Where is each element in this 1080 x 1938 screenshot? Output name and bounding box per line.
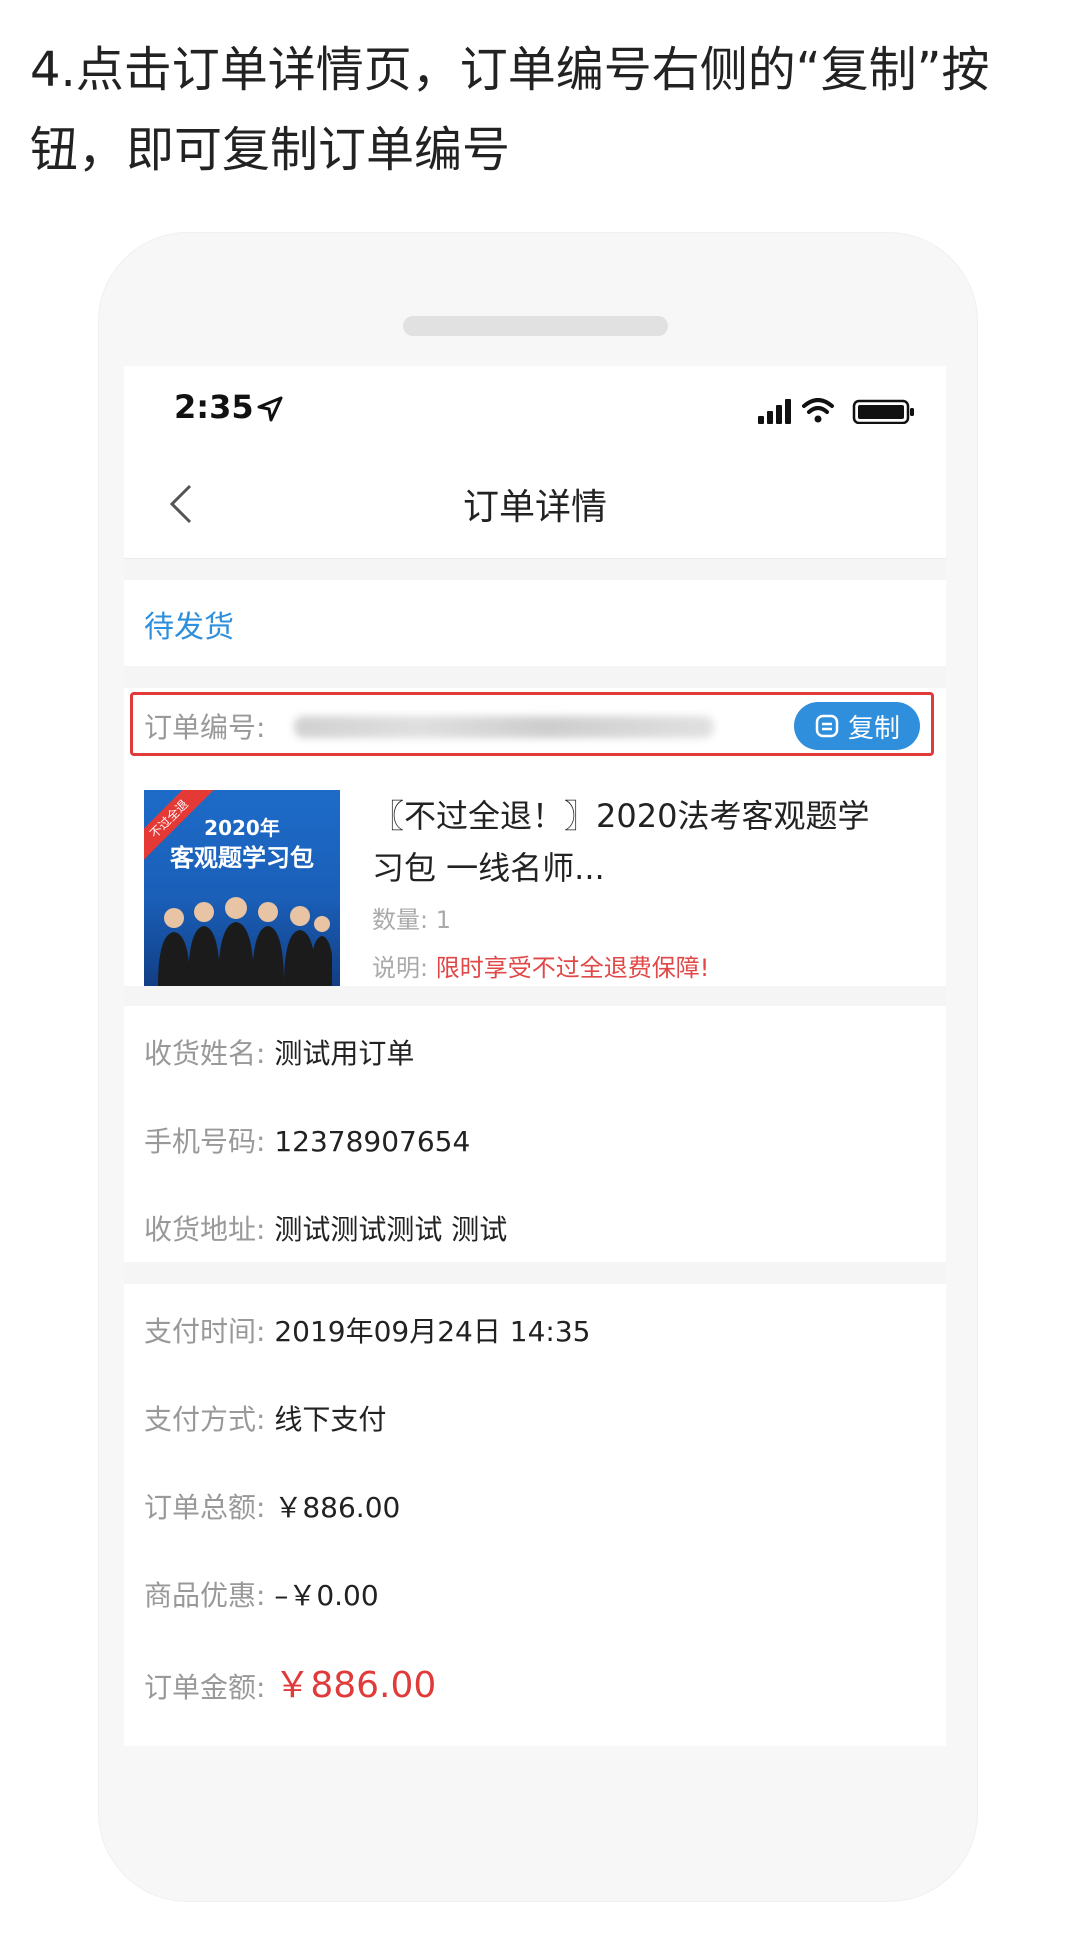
receiver-card: 收货姓名: 测试用订单 手机号码: 12378907654 收货地址: 测试测试…: [124, 1006, 946, 1262]
order-amount-row: 订单金额: ￥886.00: [144, 1656, 436, 1708]
note-value: 限时享受不过全退费保障!: [435, 954, 710, 982]
info-label: 订单金额:: [144, 1671, 266, 1704]
wifi-icon: [802, 398, 834, 423]
product-card[interactable]: 不过全退 2020年 客观题学习包 〖不过全退！〗2020法考客观题学习包 一线…: [124, 768, 946, 986]
info-value: 线下支付: [274, 1403, 387, 1436]
order-number-label: 订单编号:: [144, 711, 266, 744]
receiver-phone-row: 手机号码: 12378907654: [144, 1120, 470, 1160]
note-label: 说明:: [372, 954, 429, 982]
info-label: 支付方式:: [144, 1403, 266, 1436]
order-status-text: 待发货: [144, 610, 234, 645]
order-total-row: 订单总额: ￥886.00: [144, 1486, 400, 1526]
product-quantity: 数量: 1: [372, 900, 451, 935]
pay-method-row: 支付方式: 线下支付: [144, 1398, 386, 1438]
discount-row: 商品优惠: –￥0.00: [144, 1574, 379, 1614]
product-name: 〖不过全退！〗2020法考客观题学习包 一线名师...: [372, 797, 870, 887]
phone-speaker: [403, 316, 668, 336]
page-title: 订单详情: [462, 487, 607, 528]
battery-icon: [852, 399, 914, 424]
instruction-text: 4.点击订单详情页，订单编号右侧的“复制”按钮，即可复制订单编号: [30, 42, 990, 178]
top-bar: 2:35 订单详情: [124, 366, 946, 559]
info-label: 收货地址:: [144, 1213, 266, 1246]
receiver-address-row: 收货地址: 测试测试测试 测试: [144, 1208, 507, 1248]
info-label: 订单总额:: [144, 1491, 266, 1524]
status-icons: [758, 398, 914, 424]
location-arrow-icon: [257, 396, 283, 422]
signal-icon: [758, 399, 791, 424]
status-time: 2:35: [174, 388, 254, 426]
copy-button[interactable]: 复制: [794, 702, 920, 750]
teachers-photo-icon: [158, 897, 332, 986]
phone-mockup: 2:35 订单详情 待发货 订单编号: 复制 不过全退 2020年 客观题学习包…: [98, 232, 978, 1902]
info-label: 商品优惠:: [144, 1579, 266, 1612]
info-value: 测试测试测试 测试: [274, 1213, 508, 1246]
quantity-label: 数量:: [372, 906, 429, 934]
thumb-title: 客观题学习包: [170, 844, 314, 872]
info-value: 测试用订单: [274, 1037, 415, 1070]
info-value: 12378907654: [274, 1125, 471, 1158]
pay-time-row: 支付时间: 2019年09月24日 14:35: [144, 1310, 590, 1350]
info-label: 手机号码:: [144, 1125, 266, 1158]
order-status-card: 待发货: [124, 580, 946, 666]
info-label: 支付时间:: [144, 1315, 266, 1348]
order-amount-value: ￥886.00: [274, 1665, 437, 1706]
order-number-row: 订单编号: 复制: [124, 688, 946, 768]
thumb-year: 2020年: [204, 816, 280, 840]
quantity-value: 1: [435, 906, 452, 934]
info-value: ￥886.00: [274, 1491, 401, 1524]
product-note: 说明: 限时享受不过全退费保障!: [372, 948, 709, 983]
product-thumbnail: 不过全退 2020年 客观题学习包: [144, 790, 340, 986]
info-label: 收货姓名:: [144, 1037, 266, 1070]
payment-card: 支付时间: 2019年09月24日 14:35 支付方式: 线下支付 订单总额:…: [124, 1284, 946, 1746]
copy-button-label: 复制: [847, 713, 900, 744]
app-screen: 2:35 订单详情 待发货 订单编号: 复制 不过全退 2020年 客观题学习包…: [124, 366, 946, 1746]
order-number-blurred: [294, 716, 714, 738]
info-value: –￥0.00: [274, 1579, 379, 1612]
info-value: 2019年09月24日 14:35: [274, 1315, 591, 1348]
receiver-name-row: 收货姓名: 测试用订单: [144, 1032, 414, 1072]
copy-icon: [815, 714, 839, 738]
